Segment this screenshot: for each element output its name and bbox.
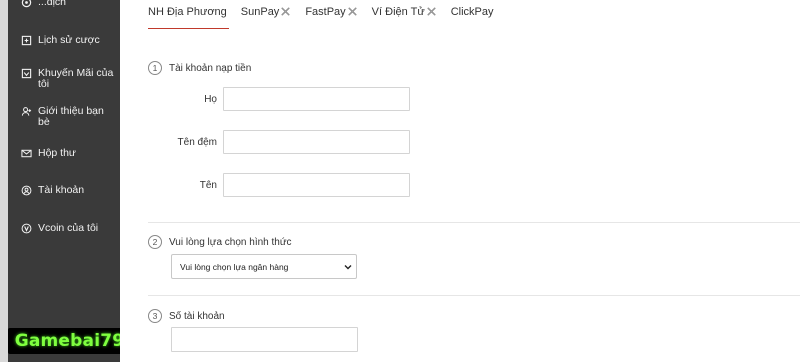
sidebar-item-bet-history[interactable]: Lịch sử cược <box>8 35 120 46</box>
tab-fastpay[interactable]: FastPay <box>305 0 357 29</box>
history-icon <box>21 35 32 46</box>
step-account-number-header: 3 Số tài khoản <box>148 309 225 323</box>
maintenance-x-icon <box>427 7 436 16</box>
logo-text: Gamebai79 <box>14 331 125 351</box>
last-name-input[interactable] <box>223 87 410 111</box>
tab-label: Ví Điện Tử <box>371 6 425 18</box>
sidebar-item-label: Tài khoản <box>38 184 85 196</box>
left-gutter <box>0 0 8 362</box>
tab-label: SunPay <box>240 6 280 18</box>
step-title: Số tài khoản <box>169 310 225 322</box>
step-method-header: 2 Vui lòng lựa chọn hình thức <box>148 235 292 249</box>
bank-select-value: Vui lòng chọn lựa ngân hàng <box>180 261 289 272</box>
step-number: 3 <box>148 309 162 323</box>
tab-sunpay[interactable]: SunPay <box>241 0 292 29</box>
middle-name-input[interactable] <box>223 130 410 154</box>
step-number: 2 <box>148 235 162 249</box>
sidebar-item-label: Khuyến Mãi của tôi <box>38 67 114 90</box>
middle-name-label: Tên đệm <box>177 137 217 148</box>
first-name-input[interactable] <box>223 173 410 197</box>
account-number-input[interactable] <box>171 327 358 352</box>
sidebar-item-label: Giới thiệu bạn bè <box>38 105 104 128</box>
step-title: Tài khoản nạp tiền <box>169 62 252 74</box>
last-name-label: Họ <box>204 94 217 105</box>
gift-icon <box>21 68 32 79</box>
sidebar-item-label: Vcoin của tôi <box>38 222 99 234</box>
settings-icon <box>21 0 32 8</box>
sidebar-item-label: ...dịch <box>38 0 67 8</box>
maintenance-x-icon <box>347 7 357 16</box>
user-plus-icon <box>21 106 32 117</box>
sidebar-item-promotions[interactable]: Khuyến Mãi của tôi <box>8 68 120 90</box>
step-number: 1 <box>148 61 162 75</box>
tab-local-bank[interactable]: NH Địa Phương <box>148 0 229 29</box>
sidebar-item-transactions[interactable]: ...dịch <box>8 0 120 8</box>
account-icon <box>21 185 32 196</box>
maintenance-x-icon <box>281 7 290 16</box>
site-logo: Gamebai79 <box>8 328 131 354</box>
vcoin-icon <box>21 223 32 234</box>
section-divider <box>148 222 800 223</box>
chevron-down-icon <box>344 265 352 270</box>
step-account-header: 1 Tài khoản nạp tiền <box>148 61 251 75</box>
sidebar-item-label: Hộp thư <box>38 147 76 159</box>
sidebar-item-referral[interactable]: Giới thiệu bạn bè <box>8 106 120 128</box>
tab-clickpay[interactable]: ClickPay <box>451 0 494 29</box>
sidebar-item-mailbox[interactable]: Hộp thư <box>8 148 120 159</box>
first-name-label: Tên <box>199 180 217 191</box>
sidebar-item-label: Lịch sử cược <box>38 34 100 46</box>
mail-icon <box>21 148 32 159</box>
section-divider <box>148 295 800 296</box>
step-title: Vui lòng lựa chọn hình thức <box>169 236 292 248</box>
sidebar: ...dịch Lịch sử cược Khuyến Mãi của tôi … <box>8 0 120 362</box>
tab-e-wallet[interactable]: Ví Điện Tử <box>372 0 437 29</box>
bank-select[interactable]: Vui lòng chọn lựa ngân hàng <box>171 254 357 279</box>
main-content: NH Địa Phương SunPay FastPay Ví Điện Tử … <box>120 0 800 362</box>
tab-label: ClickPay <box>450 6 494 18</box>
sidebar-item-vcoin[interactable]: Vcoin của tôi <box>8 223 120 234</box>
payment-tabs: NH Địa Phương SunPay FastPay Ví Điện Tử … <box>148 0 507 29</box>
tab-label: FastPay <box>305 6 346 18</box>
tab-label: NH Địa Phương <box>148 6 227 18</box>
sidebar-item-account[interactable]: Tài khoản <box>8 185 120 196</box>
